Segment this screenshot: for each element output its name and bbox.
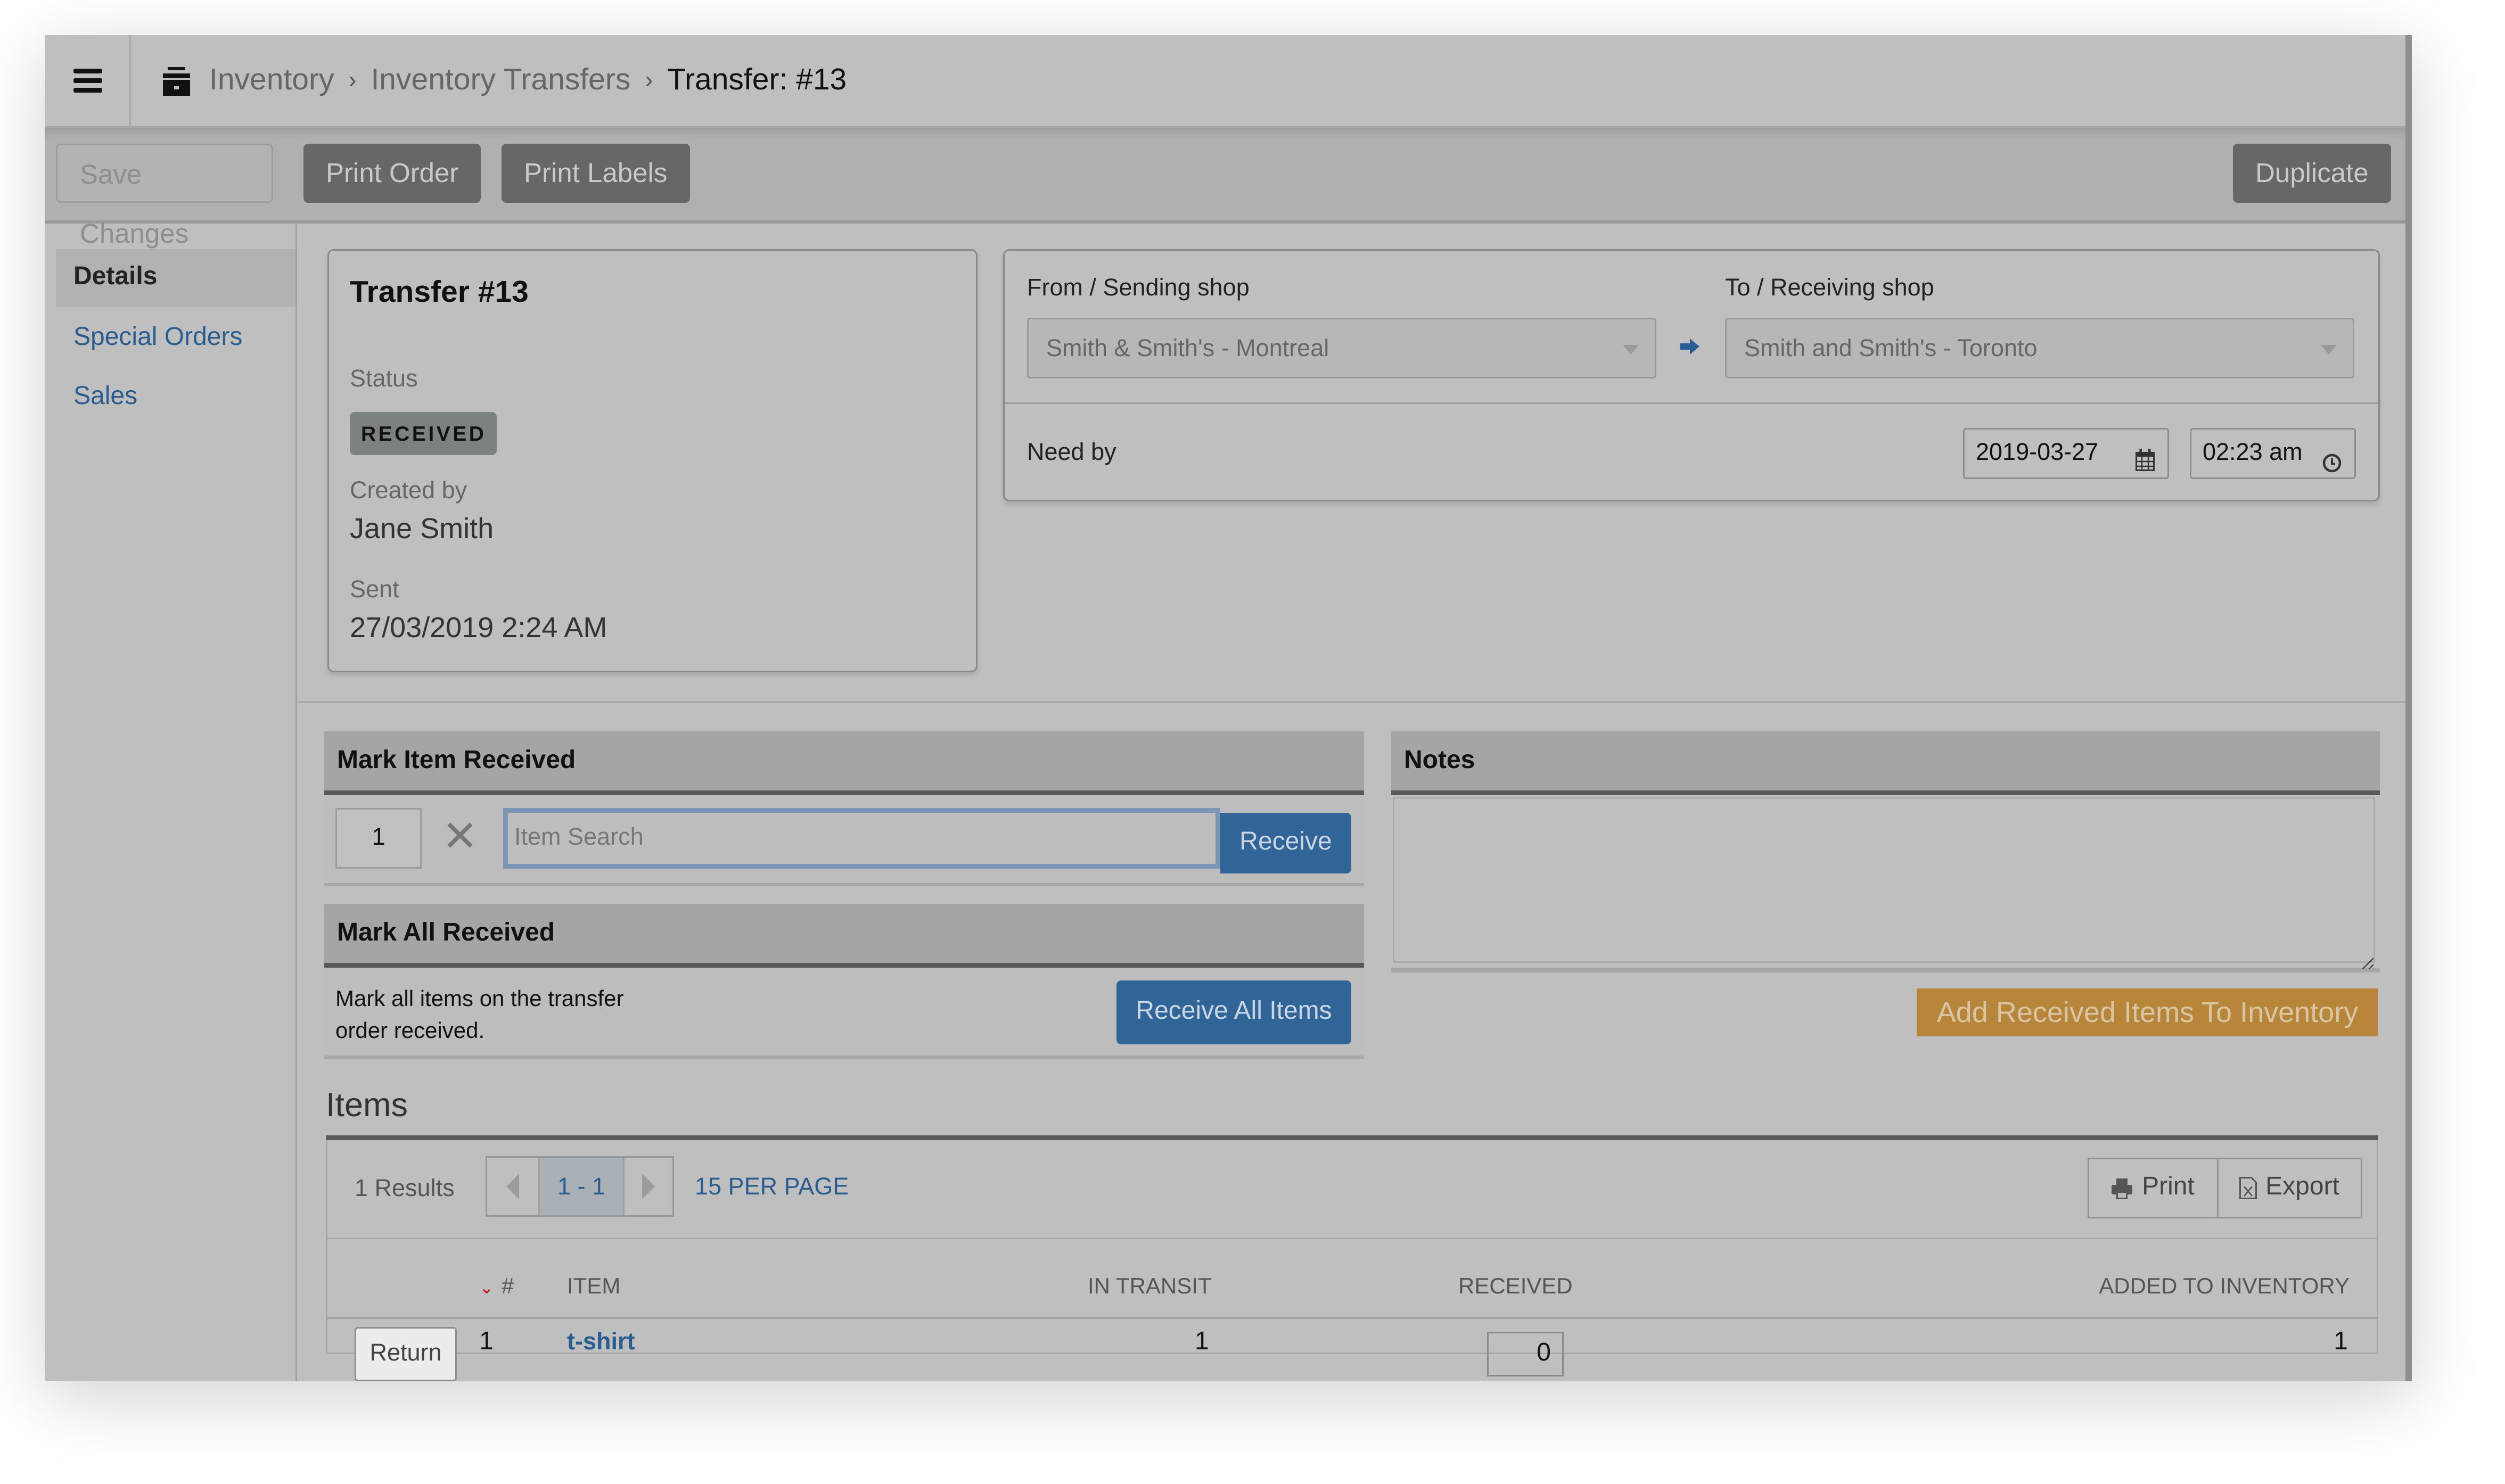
app-window: Inventory › Inventory Transfers › Transf…: [45, 35, 2412, 1381]
status-badge: RECEIVED: [350, 412, 498, 455]
resize-handle-icon[interactable]: [2361, 949, 2374, 970]
next-page-button[interactable]: [625, 1158, 672, 1215]
print-labels-button[interactable]: Print Labels: [502, 144, 690, 203]
breadcrumb-inventory-transfers[interactable]: Inventory Transfers: [371, 63, 630, 98]
sent-label: Sent: [350, 576, 399, 604]
stage: Inventory › Inventory Transfers › Transf…: [0, 0, 2504, 1483]
from-shop-label: From / Sending shop: [1027, 275, 1250, 302]
sidebar-item-sales[interactable]: Sales: [56, 369, 295, 426]
notes-container: [1391, 795, 2380, 972]
duplicate-button[interactable]: Duplicate: [2233, 144, 2391, 203]
added-to-inventory-value: 1: [2334, 1329, 2348, 1356]
divider: [327, 1238, 2377, 1239]
row-number: 1: [479, 1329, 494, 1356]
header-bar: Inventory › Inventory Transfers › Transf…: [45, 35, 2405, 128]
print-order-button[interactable]: Print Order: [303, 144, 481, 203]
received-input[interactable]: 0: [1487, 1332, 1564, 1376]
item-search-input[interactable]: Item Search: [503, 808, 1220, 869]
sidebar-item-special-orders[interactable]: Special Orders: [56, 310, 295, 367]
column-header-received[interactable]: RECEIVED: [1458, 1273, 1573, 1298]
pagination: 1 - 1: [486, 1156, 674, 1217]
chevron-right-icon: [642, 1174, 655, 1199]
breadcrumb-current: Transfer: #13: [667, 63, 847, 97]
chevron-left-icon: [506, 1174, 519, 1199]
items-table: 1 Results 1 - 1 15 PER PAGE Print Export…: [326, 1140, 2378, 1381]
created-by-value: Jane Smith: [350, 513, 494, 545]
need-by-time-value: 02:23 am: [2203, 439, 2303, 466]
section-divider: [297, 701, 2405, 703]
breadcrumb-separator: ›: [348, 67, 357, 94]
shops-card: From / Sending shop To / Receiving shop …: [1003, 249, 2380, 501]
column-header-added-to-inventory[interactable]: ADDED TO INVENTORY: [2099, 1273, 2350, 1298]
item-link[interactable]: t-shirt: [567, 1329, 635, 1356]
column-header-in-transit[interactable]: IN TRANSIT: [1088, 1273, 1212, 1298]
clock-icon: [2322, 442, 2342, 473]
breadcrumb: Inventory › Inventory Transfers › Transf…: [163, 35, 847, 126]
column-header-number[interactable]: #: [502, 1273, 514, 1298]
to-shop-select[interactable]: Smith and Smith's - Toronto: [1725, 318, 2354, 378]
status-label: Status: [350, 366, 418, 393]
chevron-down-icon: [1623, 345, 1639, 354]
quantity-input[interactable]: 1: [335, 808, 422, 869]
transfer-summary-card: Transfer #13 Status RECEIVED Created by …: [327, 249, 978, 672]
from-shop-value: Smith & Smith's - Montreal: [1046, 335, 1329, 362]
sort-desc-icon[interactable]: ⌄: [479, 1277, 494, 1298]
toolbar: Save Changes Print Order Print Labels Du…: [45, 128, 2405, 249]
need-by-date-value: 2019-03-27: [1976, 439, 2099, 466]
sidebar-item-details[interactable]: Details: [56, 249, 295, 307]
export-button[interactable]: Export: [2219, 1159, 2361, 1217]
per-page-selector[interactable]: 15 PER PAGE: [695, 1174, 849, 1201]
need-by-label: Need by: [1027, 439, 1116, 466]
printer-icon: [2112, 1177, 2133, 1199]
to-shop-value: Smith and Smith's - Toronto: [1744, 335, 2038, 362]
items-rule: [326, 1135, 2378, 1140]
need-by-time-input[interactable]: 02:23 am: [2190, 428, 2356, 479]
divider: [1005, 402, 2378, 404]
page-range[interactable]: 1 - 1: [540, 1158, 625, 1215]
calendar-icon: [2136, 441, 2155, 471]
to-shop-label: To / Receiving shop: [1725, 275, 1934, 302]
transfer-title: Transfer #13: [350, 276, 529, 310]
archive-icon: [163, 66, 190, 95]
mark-all-received-header: Mark All Received: [324, 904, 1364, 968]
notes-header: Notes: [1391, 731, 2380, 795]
breadcrumb-inventory[interactable]: Inventory: [209, 63, 334, 98]
hamburger-menu-button[interactable]: [45, 35, 131, 126]
hamburger-icon: [72, 78, 102, 83]
save-changes-button[interactable]: Save Changes: [56, 144, 273, 249]
window-scrollbar[interactable]: [2405, 35, 2412, 1381]
from-shop-select[interactable]: Smith & Smith's - Montreal: [1027, 318, 1656, 378]
items-title: Items: [326, 1087, 408, 1124]
add-received-items-button[interactable]: Add Received Items To Inventory: [1917, 988, 2378, 1036]
receive-button[interactable]: Receive: [1220, 813, 1351, 873]
need-by-date-input[interactable]: 2019-03-27: [1963, 428, 2169, 479]
prev-page-button[interactable]: [487, 1158, 540, 1215]
print-label: Print: [2142, 1174, 2195, 1201]
mark-item-received-header: Mark Item Received: [324, 731, 1364, 795]
print-button[interactable]: Print: [2089, 1159, 2219, 1217]
breadcrumb-separator: ›: [645, 67, 653, 94]
created-by-label: Created by: [350, 477, 467, 505]
mark-all-description-line: Mark all items on the transfer: [335, 985, 624, 1011]
mark-item-received-body: 1 Item Search Receive: [324, 795, 1364, 886]
arrow-right-icon: [1680, 335, 1699, 354]
mark-all-description: Mark all items on the transfer order rec…: [335, 982, 624, 1046]
in-transit-value: 1: [1195, 1329, 1209, 1356]
sidebar: Details Special Orders Sales: [45, 224, 297, 1381]
sent-value: 27/03/2019 2:24 AM: [350, 612, 607, 644]
receive-all-items-button[interactable]: Receive All Items: [1116, 980, 1351, 1044]
results-count: 1 Results: [355, 1175, 455, 1202]
mark-all-received-body: Mark all items on the transfer order rec…: [324, 968, 1364, 1059]
notes-textarea[interactable]: [1393, 797, 2375, 963]
chevron-down-icon: [2321, 345, 2337, 354]
table-actions: Print Export: [2088, 1158, 2362, 1218]
item-search-placeholder: Item Search: [514, 824, 644, 851]
multiply-icon: [446, 821, 474, 850]
mark-all-description-line: order received.: [335, 1017, 485, 1043]
column-header-item[interactable]: ITEM: [567, 1273, 620, 1298]
excel-file-icon: [2240, 1177, 2258, 1199]
export-label: Export: [2265, 1174, 2339, 1201]
return-button[interactable]: Return: [355, 1327, 457, 1381]
divider: [327, 1317, 2377, 1319]
